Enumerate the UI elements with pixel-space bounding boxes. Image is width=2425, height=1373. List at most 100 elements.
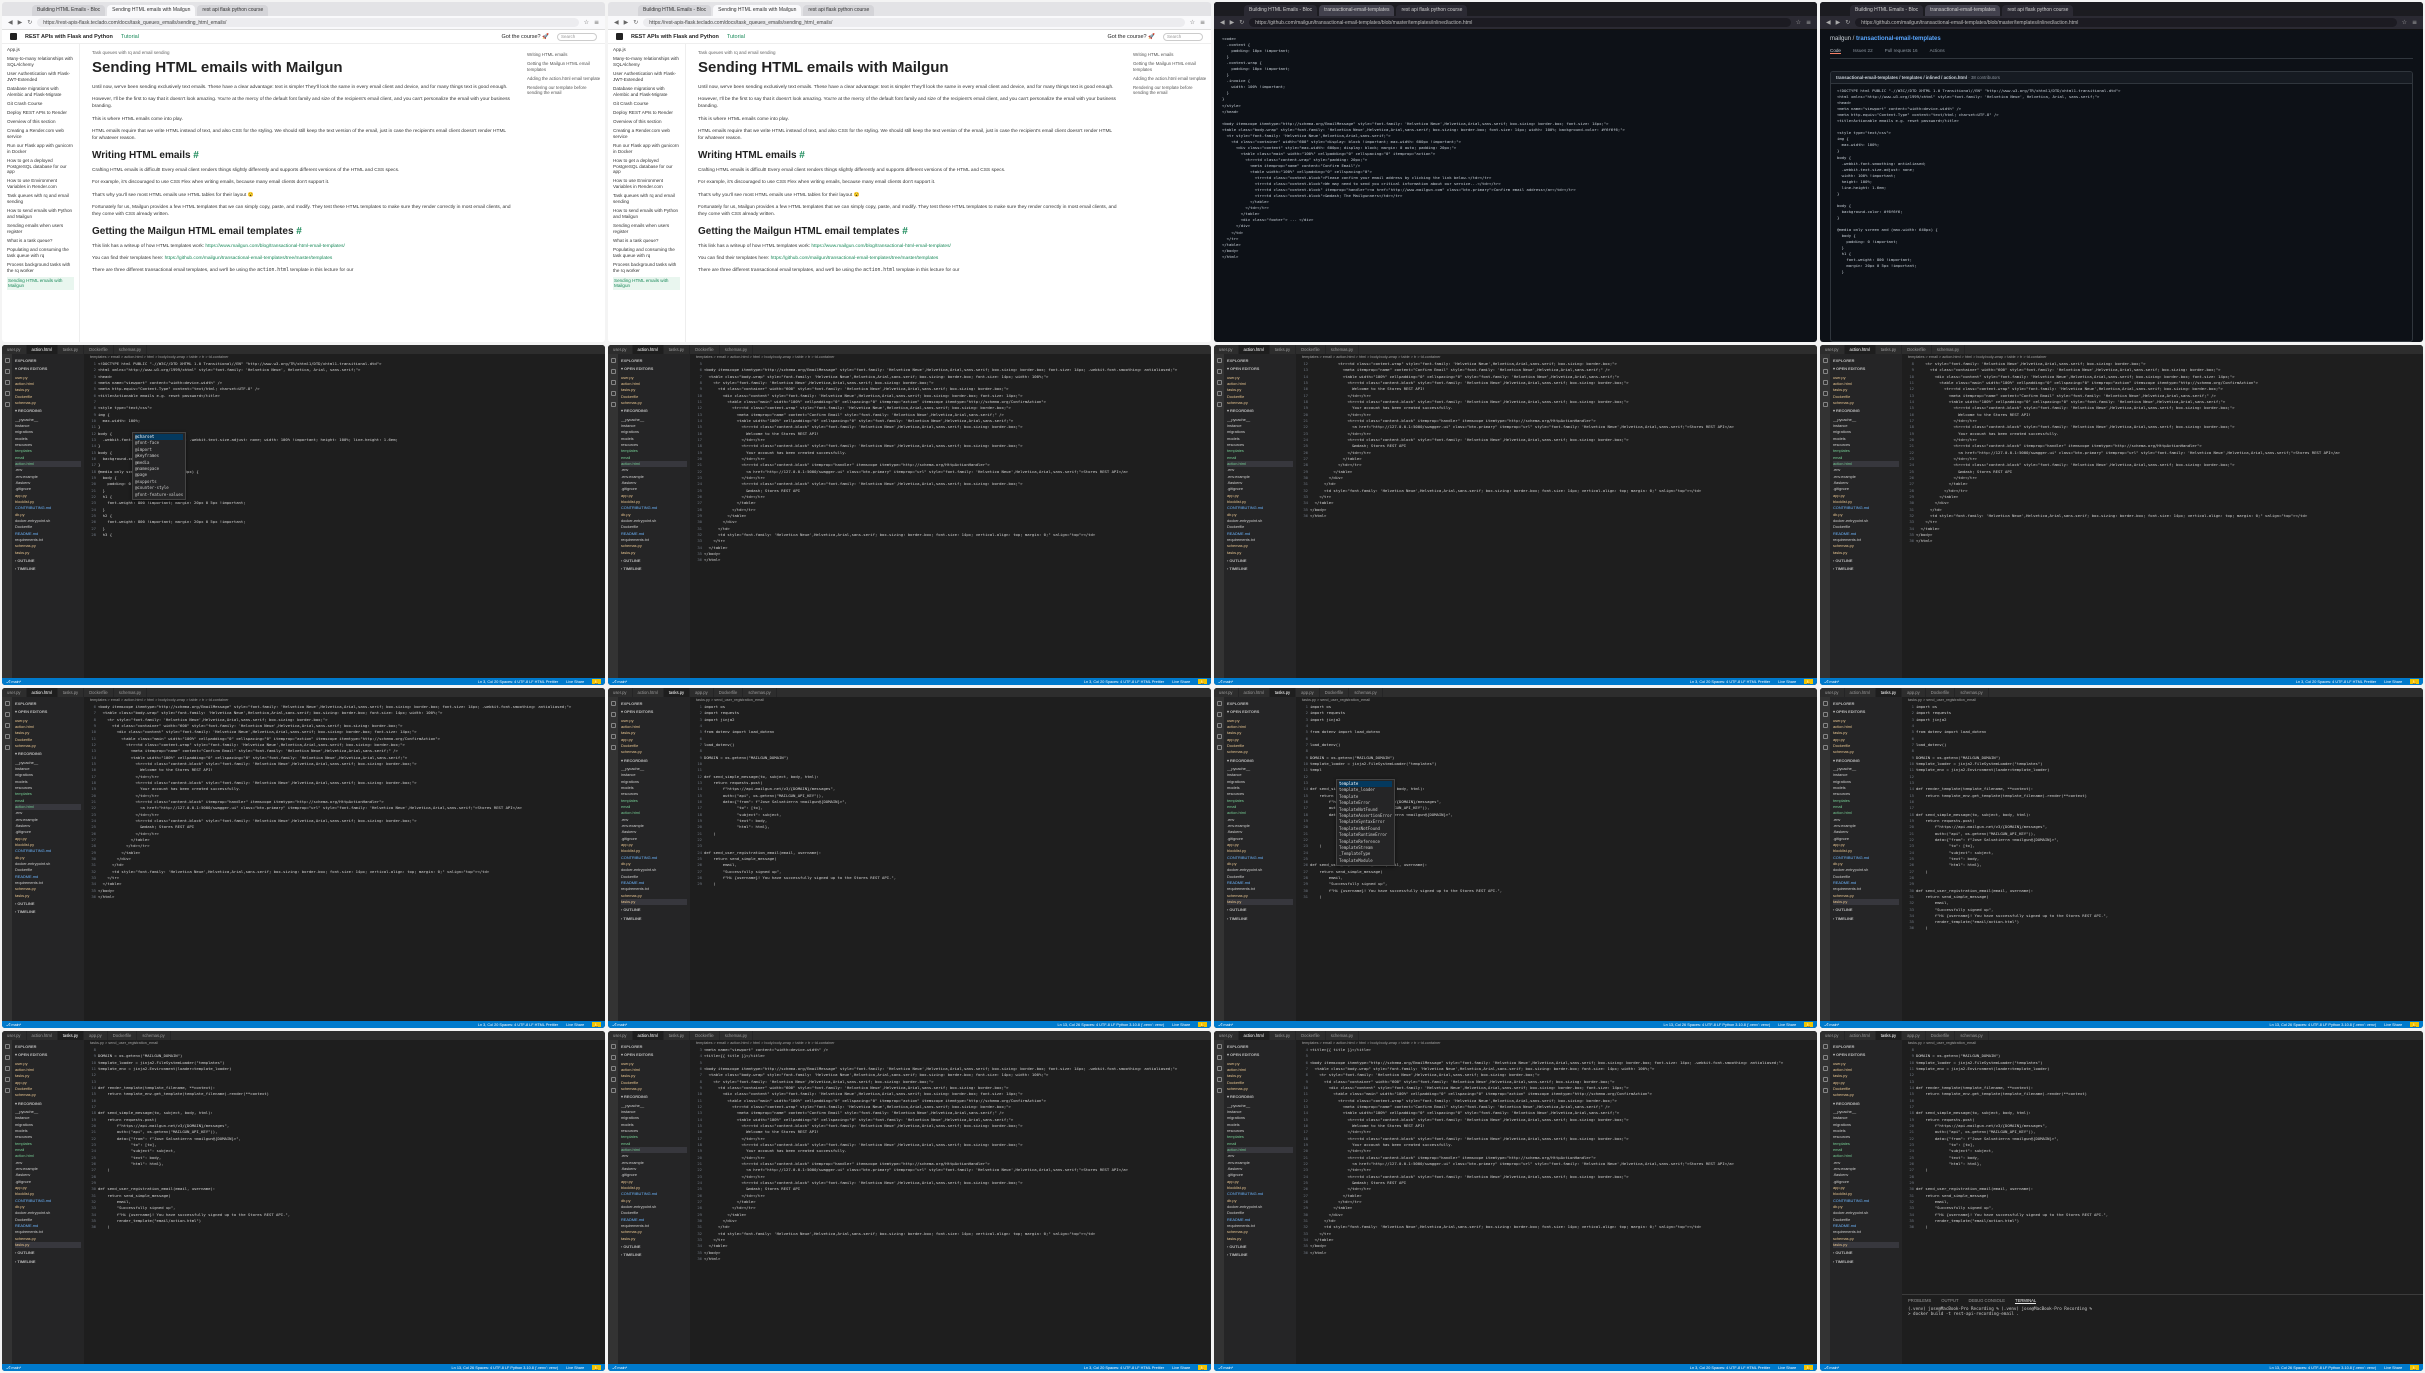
editor-position[interactable]: Ln 3, Col 20 Spaces: 4 UTF-8 LF HTML Pre… bbox=[1084, 680, 1164, 684]
editor-tab[interactable]: app.py bbox=[1296, 688, 1320, 697]
run-debug-icon[interactable] bbox=[610, 1077, 616, 1082]
toc-item[interactable]: Adding the action.html email template bbox=[527, 76, 601, 81]
editor-breadcrumb[interactable]: templates > email > action.html > html >… bbox=[1296, 354, 1817, 361]
panel-tab[interactable]: TERMINAL bbox=[2015, 1298, 2037, 1304]
code-editor[interactable]: 1 2 3 4 5 6 7 8 9 10 11 12 13 14 15 16 1… bbox=[690, 704, 1211, 1021]
editor-breadcrumb[interactable]: tasks.py > send_user_registration_email bbox=[690, 697, 1211, 704]
editor-tab[interactable]: action.html bbox=[26, 688, 58, 697]
file-tree-item[interactable]: tasks.py bbox=[1833, 1241, 1899, 1249]
outline-header[interactable]: › OUTLINE bbox=[1833, 907, 1899, 913]
file-tree-item[interactable]: tasks.py bbox=[621, 1236, 687, 1242]
outline-header[interactable]: › OUTLINE bbox=[621, 907, 687, 913]
live-share[interactable]: Live Share bbox=[2384, 1023, 2402, 1027]
notification-badge[interactable]: 🔔 bbox=[1198, 679, 1207, 684]
sidebar-item[interactable]: Overview of this section bbox=[7, 119, 74, 125]
search-icon[interactable] bbox=[1822, 369, 1828, 374]
open-editors-header[interactable]: ▾ OPEN EDITORS bbox=[621, 1052, 687, 1058]
editor-tab[interactable]: Dockerfile bbox=[713, 688, 744, 697]
browser-tab[interactable]: rest api flask python course bbox=[803, 5, 875, 16]
file-tree-item[interactable]: tasks.py bbox=[621, 550, 687, 556]
extensions-icon[interactable] bbox=[610, 402, 616, 407]
toc-item[interactable]: Rendering our template before sending th… bbox=[1133, 85, 1207, 96]
breadcrumb[interactable]: Task queues with rq and email sending bbox=[92, 50, 511, 55]
editor-tab[interactable]: schemas.py bbox=[137, 1031, 171, 1040]
external-link[interactable]: https://www.mailgun.com/blog/transaction… bbox=[205, 244, 344, 249]
source-control-icon[interactable] bbox=[1822, 723, 1828, 728]
editor-tab[interactable]: user.py bbox=[608, 345, 633, 354]
anchor-link[interactable]: # bbox=[191, 150, 199, 161]
source-control-icon[interactable] bbox=[610, 1066, 616, 1071]
search-icon[interactable] bbox=[1216, 1055, 1222, 1060]
editor-tab[interactable]: tasks.py bbox=[1875, 345, 1903, 354]
timeline-header[interactable]: › TIMELINE bbox=[1227, 566, 1293, 572]
source-code[interactable]: <!DOCTYPE html PUBLIC "-//W3C//DTD XHTML… bbox=[98, 361, 605, 678]
suggestion-item[interactable]: TemplateSyntaxError bbox=[1339, 819, 1392, 825]
file-tree-item[interactable]: tasks.py bbox=[1833, 898, 1899, 906]
source-code[interactable]: DOMAIN = os.getenv("MAILGUN_DOMAIN") tem… bbox=[98, 1047, 605, 1364]
address-bar[interactable]: https://github.com/mailgun/transactional… bbox=[1249, 18, 1791, 27]
notification-badge[interactable]: 🔔 bbox=[2410, 1365, 2419, 1370]
open-editor-item[interactable]: schemas.py bbox=[1833, 400, 1899, 406]
toc-item[interactable]: Getting the Mailgun HTML email templates bbox=[1133, 61, 1207, 72]
code-editor[interactable]: 5 6 7 8 9 10 11 12 13 14 15 16 17 18 19 … bbox=[690, 361, 1211, 678]
editor-tab[interactable]: user.py bbox=[1820, 1031, 1845, 1040]
project-header[interactable]: ▾ RECORDING bbox=[1833, 408, 1899, 414]
editor-tab[interactable]: tasks.py bbox=[663, 1031, 691, 1040]
editor-position[interactable]: Ln 13, Col 26 Spaces: 4 UTF-8 LF Python … bbox=[2270, 1023, 2377, 1027]
outline-header[interactable]: › OUTLINE bbox=[15, 901, 81, 907]
notification-badge[interactable]: 🔔 bbox=[2410, 1022, 2419, 1027]
git-branch[interactable]: ⎇ main* bbox=[1824, 1022, 1839, 1027]
editor-tab[interactable]: schemas.py bbox=[1325, 345, 1360, 354]
timeline-header[interactable]: › TIMELINE bbox=[15, 1259, 81, 1265]
editor-tab[interactable]: action.html bbox=[632, 1031, 664, 1040]
source-code[interactable]: <meta name="viewport" content="width=dev… bbox=[704, 1047, 1211, 1364]
source-code[interactable]: <tr style="font-family: 'Helvetica Neue'… bbox=[1916, 361, 2423, 678]
editor-tab[interactable]: schemas.py bbox=[719, 1031, 754, 1040]
run-debug-icon[interactable] bbox=[610, 734, 616, 739]
project-header[interactable]: ▾ RECORDING bbox=[1227, 758, 1293, 764]
external-link[interactable]: https://www.mailgun.com/blog/transaction… bbox=[811, 244, 950, 249]
open-editors-header[interactable]: ▾ OPEN EDITORS bbox=[1227, 1052, 1293, 1058]
git-branch[interactable]: ⎇ main* bbox=[1824, 1365, 1839, 1370]
editor-tab[interactable]: schemas.py bbox=[743, 688, 777, 697]
sidebar-item[interactable]: Database migrations with Alembic and Fla… bbox=[613, 86, 680, 97]
sidebar-item[interactable]: User Authentication with Flask-JWT-Exten… bbox=[7, 71, 74, 82]
open-editors-header[interactable]: ▾ OPEN EDITORS bbox=[15, 709, 81, 715]
sidebar-item[interactable]: Many-to-many relationships with SQLAlche… bbox=[613, 56, 680, 67]
git-branch[interactable]: ⎇ main* bbox=[6, 679, 21, 684]
files-icon[interactable] bbox=[4, 358, 10, 363]
live-share[interactable]: Live Share bbox=[2384, 680, 2402, 684]
got-course-link[interactable]: Got the course? 🚀 bbox=[1107, 34, 1155, 40]
search-icon[interactable] bbox=[1822, 1055, 1828, 1060]
editor-tab[interactable]: schemas.py bbox=[1325, 1031, 1360, 1040]
live-share[interactable]: Live Share bbox=[1172, 680, 1190, 684]
editor-tab[interactable]: action.html bbox=[1238, 345, 1270, 354]
sidebar-item[interactable]: How to get a deployed PostgreSQL databas… bbox=[7, 158, 74, 175]
back-icon[interactable]: ◀ bbox=[1826, 19, 1831, 26]
live-share[interactable]: Live Share bbox=[1172, 1023, 1190, 1027]
open-editors-header[interactable]: ▾ OPEN EDITORS bbox=[15, 366, 81, 372]
editor-tab[interactable]: action.html bbox=[1238, 1031, 1270, 1040]
editor-tab[interactable]: tasks.py bbox=[57, 688, 85, 697]
run-debug-icon[interactable] bbox=[1822, 391, 1828, 396]
live-share[interactable]: Live Share bbox=[1778, 680, 1796, 684]
browser-tab[interactable]: rest api flask python course bbox=[197, 5, 269, 16]
files-icon[interactable] bbox=[610, 358, 616, 363]
timeline-header[interactable]: › TIMELINE bbox=[1833, 1259, 1899, 1265]
sidebar-item[interactable]: Task queues with rq and email sending bbox=[613, 193, 680, 204]
editor-tab[interactable]: user.py bbox=[1214, 345, 1239, 354]
sidebar-item[interactable]: Sending emails when users register bbox=[7, 223, 74, 234]
search-icon[interactable] bbox=[1822, 712, 1828, 717]
outline-header[interactable]: › OUTLINE bbox=[1833, 1250, 1899, 1256]
sidebar-item[interactable]: Process background tasks with the rq wor… bbox=[7, 262, 74, 273]
suggestion-item[interactable]: TemplateModule bbox=[1339, 858, 1392, 864]
live-share[interactable]: Live Share bbox=[1778, 1023, 1796, 1027]
project-header[interactable]: ▾ RECORDING bbox=[15, 1101, 81, 1107]
file-tree-item[interactable]: tasks.py bbox=[15, 1241, 81, 1249]
star-icon[interactable]: ☆ bbox=[584, 19, 589, 26]
sidebar-item[interactable]: Run our Flask app with gunicorn in Docke… bbox=[613, 143, 680, 154]
timeline-header[interactable]: › TIMELINE bbox=[621, 566, 687, 572]
outline-header[interactable]: › OUTLINE bbox=[15, 558, 81, 564]
file-tree-item[interactable]: tasks.py bbox=[15, 893, 81, 899]
star-icon[interactable]: ☆ bbox=[1796, 19, 1801, 26]
